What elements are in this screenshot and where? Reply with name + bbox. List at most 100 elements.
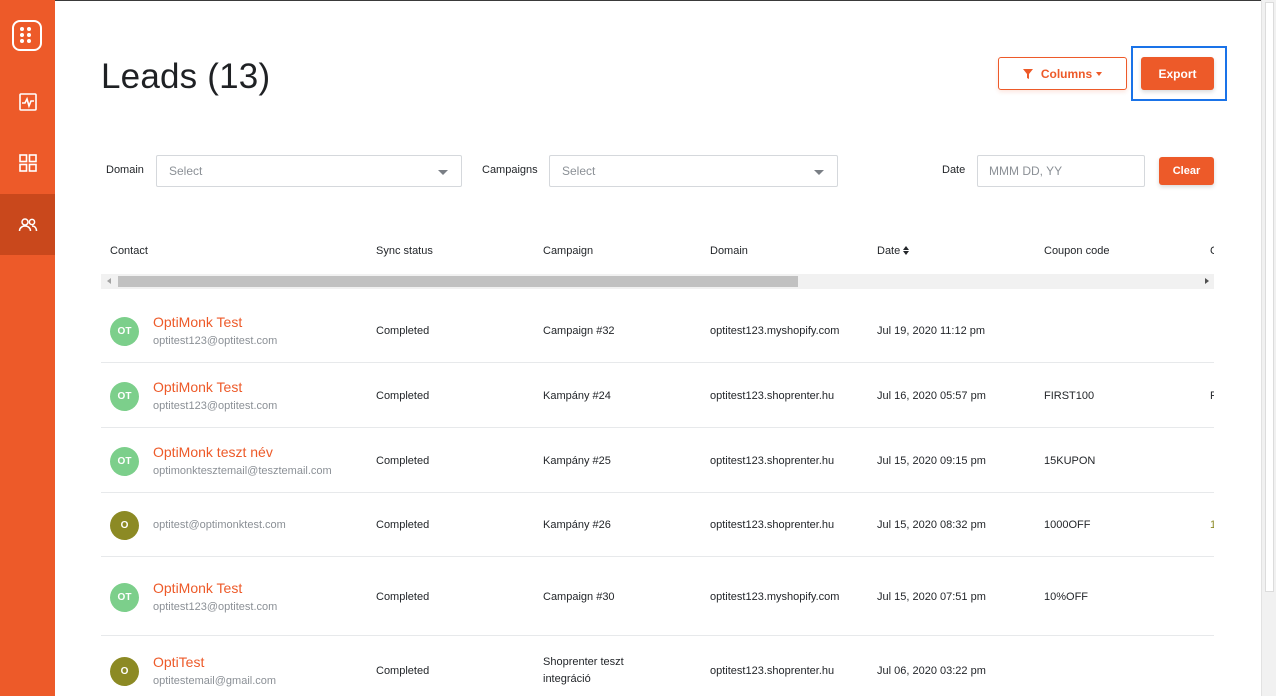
sync-status-cell: Completed bbox=[376, 390, 430, 402]
coupon-code-cell: FIRST100 bbox=[1044, 390, 1095, 402]
date-cell: Jul 16, 2020 05:57 pm bbox=[877, 390, 986, 402]
clear-button[interactable]: Clear bbox=[1159, 157, 1214, 185]
avatar-initials: O bbox=[120, 520, 129, 531]
domain-filter-label: Domain bbox=[106, 164, 144, 176]
avatar: O bbox=[110, 657, 139, 686]
scroll-right-icon[interactable] bbox=[1205, 278, 1209, 284]
domain-select[interactable]: Select bbox=[156, 155, 462, 187]
contact-name-link[interactable]: OptiMonk Test bbox=[153, 314, 242, 330]
coupon-code-cell: 15KUPON bbox=[1044, 455, 1096, 467]
campaign-cell-line2: integráció bbox=[543, 673, 591, 685]
activity-icon bbox=[18, 92, 37, 111]
column-header-coupon-code[interactable]: Coupon code bbox=[1044, 245, 1109, 257]
contact-email: optimonktesztemail@tesztemail.com bbox=[153, 465, 332, 477]
domain-cell: optitest123.shoprenter.hu bbox=[710, 519, 835, 531]
avatar-initials: OT bbox=[117, 592, 132, 603]
avatar: OT bbox=[110, 583, 139, 612]
contact-email: optitest123@optitest.com bbox=[153, 400, 278, 412]
contact-email: optitestemail@gmail.com bbox=[153, 675, 277, 687]
column-header-date-label: Date bbox=[877, 245, 901, 257]
avatar-initials: OT bbox=[117, 391, 132, 402]
contact-name-link[interactable]: OptiMonk Test bbox=[153, 580, 242, 596]
contact-email: optitest@optimonktest.com bbox=[153, 519, 286, 531]
campaigns-filter-label: Campaigns bbox=[482, 164, 538, 176]
sync-status-cell: Completed bbox=[376, 455, 430, 467]
sidebar bbox=[0, 0, 55, 696]
column-header-sync-status[interactable]: Sync status bbox=[376, 245, 433, 257]
sync-status-cell: Completed bbox=[376, 519, 430, 531]
date-filter-label: Date bbox=[942, 164, 966, 176]
domain-cell: optitest123.shoprenter.hu bbox=[710, 455, 835, 467]
column-header-truncated[interactable]: C bbox=[1210, 245, 1214, 257]
domain-cell: optitest123.shoprenter.hu bbox=[710, 390, 835, 402]
dropdown-arrow-icon bbox=[438, 170, 448, 175]
column-header-contact[interactable]: Contact bbox=[110, 245, 148, 257]
caret-down-icon bbox=[1096, 71, 1103, 76]
coupon-code-cell: 10%OFF bbox=[1044, 591, 1089, 603]
page-title: Leads (13) bbox=[101, 57, 271, 96]
avatar-initials: OT bbox=[117, 456, 132, 467]
column-header-domain[interactable]: Domain bbox=[710, 245, 748, 257]
users-icon bbox=[18, 217, 37, 231]
sync-status-cell: Completed bbox=[376, 665, 430, 677]
contact-email: optitest123@optitest.com bbox=[153, 335, 278, 347]
date-cell: Jul 15, 2020 09:15 pm bbox=[877, 455, 986, 467]
avatar: O bbox=[110, 511, 139, 540]
filter-icon bbox=[1022, 68, 1033, 79]
dropdown-arrow-icon bbox=[814, 170, 824, 175]
domain-cell: optitest123.myshopify.com bbox=[710, 591, 840, 603]
columns-button[interactable]: Columns bbox=[998, 57, 1127, 90]
avatar-initials: OT bbox=[117, 326, 132, 337]
columns-label: Columns bbox=[1040, 66, 1093, 81]
campaign-cell: Shoprenter teszt bbox=[543, 656, 624, 668]
domain-cell: optitest123.myshopify.com bbox=[710, 325, 840, 337]
sync-status-cell: Completed bbox=[376, 325, 430, 337]
sidebar-item-analytics[interactable] bbox=[0, 71, 55, 132]
campaign-cell: Kampány #26 bbox=[543, 519, 611, 531]
date-cell: Jul 06, 2020 03:22 pm bbox=[877, 665, 986, 677]
sync-status-cell: Completed bbox=[376, 591, 430, 603]
horizontal-scrollbar[interactable] bbox=[101, 274, 1214, 289]
truncated-cell: 1 bbox=[1210, 519, 1214, 531]
avatar: OT bbox=[110, 317, 139, 346]
date-input[interactable]: MMM DD, YY bbox=[977, 155, 1145, 187]
scroll-left-icon[interactable] bbox=[107, 278, 111, 284]
campaign-cell: Kampány #25 bbox=[543, 455, 611, 467]
vertical-scrollbar[interactable] bbox=[1261, 0, 1276, 696]
date-cell: Jul 19, 2020 11:12 pm bbox=[877, 325, 986, 337]
avatar: OT bbox=[110, 447, 139, 476]
campaign-cell: Campaign #30 bbox=[543, 591, 615, 603]
date-cell: Jul 15, 2020 08:32 pm bbox=[877, 519, 986, 531]
date-input-placeholder: MMM DD, YY bbox=[989, 164, 1063, 178]
contact-name-link[interactable]: OptiMonk teszt név bbox=[153, 444, 273, 460]
scrollbar-thumb[interactable] bbox=[118, 276, 798, 287]
table-row[interactable]: Ooptitest@optimonktest.com Completed Kampá… bbox=[101, 493, 1214, 557]
campaigns-select-placeholder: Select bbox=[562, 164, 596, 178]
campaign-cell: Kampány #24 bbox=[543, 390, 611, 402]
domain-cell: optitest123.shoprenter.hu bbox=[710, 665, 835, 677]
date-cell: Jul 15, 2020 07:51 pm bbox=[877, 591, 986, 603]
column-header-campaign[interactable]: Campaign bbox=[543, 245, 593, 257]
table-row[interactable]: OT OptiMonk Test optitest123@optitest.com C… bbox=[101, 557, 1214, 636]
export-button[interactable]: Export bbox=[1141, 57, 1214, 90]
table-row[interactable]: OT OptiMonk teszt név optimonktesztemail@t… bbox=[101, 428, 1214, 493]
table-row[interactable]: OT OptiMonk Test optitest123@optitest.com C… bbox=[101, 363, 1214, 428]
top-border bbox=[55, 0, 1276, 1]
grid-icon bbox=[18, 153, 37, 172]
sidebar-item-campaigns[interactable] bbox=[0, 132, 55, 193]
contact-email: optitest123@optitest.com bbox=[153, 601, 278, 613]
contact-name-link[interactable]: OptiMonk Test bbox=[153, 379, 242, 395]
coupon-code-cell: 1000OFF bbox=[1044, 519, 1091, 531]
contact-name-link[interactable]: OptiTest bbox=[153, 654, 204, 670]
column-header-date[interactable]: Date bbox=[877, 245, 910, 257]
sort-icon[interactable] bbox=[903, 246, 910, 256]
app-logo-icon[interactable] bbox=[12, 20, 42, 51]
campaigns-select[interactable]: Select bbox=[549, 155, 838, 187]
truncated-cell: F bbox=[1210, 390, 1214, 402]
table-row[interactable]: O OptiTest optitestemail@gmail.com Complete… bbox=[101, 636, 1214, 696]
domain-select-placeholder: Select bbox=[169, 164, 203, 178]
campaign-cell: Campaign #32 bbox=[543, 325, 615, 337]
avatar: OT bbox=[110, 382, 139, 411]
table-row[interactable]: OT OptiMonk Test optitest123@optitest.com C… bbox=[101, 298, 1214, 363]
sidebar-item-leads[interactable] bbox=[0, 194, 55, 255]
